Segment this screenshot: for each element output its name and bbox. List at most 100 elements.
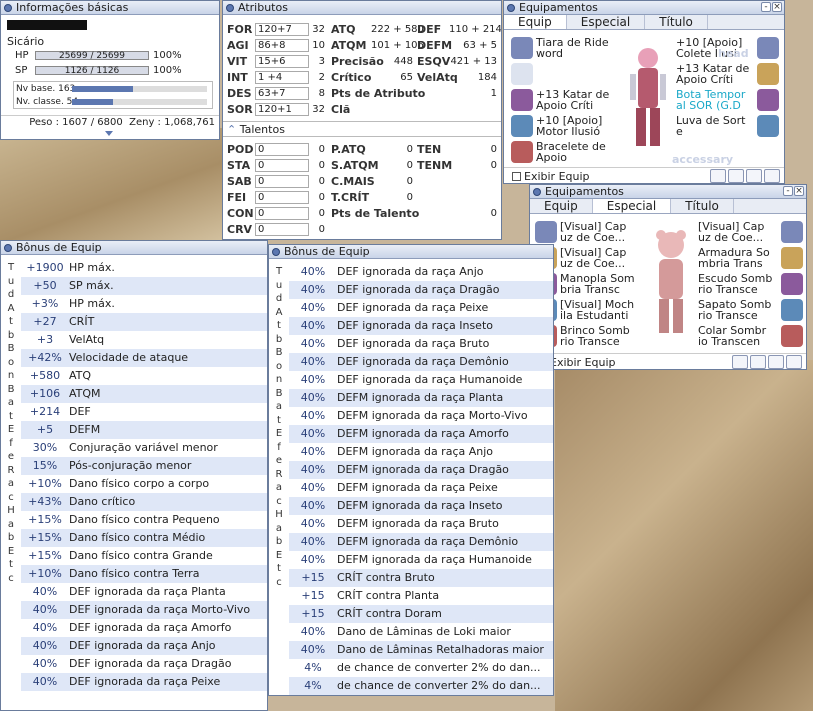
equip-item-icon xyxy=(511,141,533,163)
bonus-row: +214 DEF xyxy=(21,403,267,421)
category-letter: u xyxy=(275,279,283,291)
bonus-row: 40% DEFM ignorada da raça Amorfo xyxy=(289,425,553,443)
category-letter: T xyxy=(275,266,283,277)
equip-slot[interactable]: [Visual] Cap uz de Coe... xyxy=(532,219,644,245)
bonus-value: +3% xyxy=(31,297,59,310)
talents-header[interactable]: ⌃ Talentos xyxy=(223,121,501,137)
bonus-row: 40% DEFM ignorada da raça Anjo xyxy=(289,443,553,461)
stat-points: 0 xyxy=(318,175,325,187)
refresh-button[interactable] xyxy=(746,169,762,183)
equip-slot[interactable]: Bracelete de Apoio xyxy=(508,139,618,165)
derived-value-2: 1 xyxy=(490,87,497,99)
equip-slot[interactable]: Sapato Somb rio Transce xyxy=(698,297,806,323)
equip-slot[interactable]: Colar Sombr io Transcen xyxy=(698,323,806,349)
equip-slot[interactable]: Bota Tempor al SOR (G.D xyxy=(676,87,782,113)
equip-bonus-titlebar-1[interactable]: Bônus de Equip xyxy=(1,241,267,255)
equip-item-name: Bracelete de Apoio xyxy=(536,140,606,164)
stat-value: 120+7 xyxy=(255,22,309,36)
equip-slot[interactable]: [Visual] Cap uz de Coe... xyxy=(698,219,806,245)
class-exp-bar xyxy=(72,98,207,105)
bonus-value: +15 xyxy=(301,589,325,602)
hp-bar: 25699 / 25699 xyxy=(35,51,149,61)
equip-item-name: Tiara de Ride word xyxy=(536,36,609,60)
tab-equip[interactable]: Equip xyxy=(530,199,593,213)
basic-info-titlebar[interactable]: Informações básicas xyxy=(1,1,219,15)
bonus-label: de chance de converter 2% do dan... xyxy=(337,679,541,692)
equipment-titlebar-2[interactable]: Equipamentos - × xyxy=(530,185,806,199)
tab-equip[interactable]: Equip xyxy=(504,15,567,29)
minimize-button[interactable]: - xyxy=(783,186,793,196)
costume-button-2[interactable] xyxy=(750,355,766,369)
stat-name: AGI xyxy=(227,38,249,52)
equip-slot[interactable]: Luva de Sort e xyxy=(676,113,782,139)
bonus-row: +15 CRÍT contra Doram xyxy=(289,605,553,623)
tab-especial[interactable]: Especial xyxy=(567,15,646,29)
derived-name-2: DEF xyxy=(417,22,442,36)
equip-slot[interactable]: Armadura So mbria Trans xyxy=(698,245,806,271)
stat-row: CON 0 0 xyxy=(227,205,327,221)
equip-slot[interactable]: +13 Katar de Apoio Críti xyxy=(508,87,618,113)
attributes-titlebar[interactable]: Atributos xyxy=(223,1,501,15)
derived-value: 0 xyxy=(406,175,413,187)
category-letter: o xyxy=(275,360,283,372)
bonus-row: 40% DEFM ignorada da raça Demônio xyxy=(289,533,553,551)
bonus-row: +1900 HP máx. xyxy=(21,259,267,277)
tab-titulo[interactable]: Título xyxy=(645,15,708,29)
bonus-label: DEFM ignorada da raça Morto-Vivo xyxy=(337,409,528,422)
category-letter: e xyxy=(275,455,283,466)
window-title: Atributos xyxy=(238,1,288,14)
bonus-label: DEFM ignorada da raça Humanoide xyxy=(337,553,532,566)
equip-item-icon xyxy=(781,247,803,269)
window-title: Equipamentos xyxy=(545,185,624,198)
bonus-label: DEF ignorada da raça Dragão xyxy=(337,283,500,296)
category-letter: b xyxy=(7,532,15,543)
close-button[interactable]: × xyxy=(772,2,782,12)
equip-slot[interactable]: +10 [Apoio] Motor Ilusió xyxy=(508,113,618,139)
attributes-window: Atributos FOR 120+7 32 AGI 86+8 10 VIT 15+6 3 INT… xyxy=(222,0,502,240)
shop-button-2[interactable] xyxy=(786,355,802,369)
equip-slot[interactable]: Escudo Somb rio Transce xyxy=(698,271,806,297)
equip-slot[interactable] xyxy=(508,61,618,87)
category-letter: e xyxy=(7,451,15,462)
collapse-arrow-icon[interactable] xyxy=(105,131,113,136)
category-letter: f xyxy=(277,441,281,453)
bonus-row: 40% DEF ignorada da raça Demônio xyxy=(289,353,553,371)
bonus-label: SP máx. xyxy=(69,279,114,292)
character-name-redacted xyxy=(7,20,87,30)
bonus-value: 40% xyxy=(300,625,326,638)
tab-titulo[interactable]: Título xyxy=(671,199,734,213)
bonus-label: DEF ignorada da raça Humanoide xyxy=(337,373,523,386)
equip-slot[interactable]: +13 Katar de Apoio Críti xyxy=(676,61,782,87)
equip-item-name: Brinco Somb rio Transce xyxy=(560,324,630,348)
minimize-button[interactable]: - xyxy=(761,2,771,12)
derived-value: 65 xyxy=(400,71,413,83)
derived-name: C.MAIS xyxy=(331,174,375,188)
refresh-button-2[interactable] xyxy=(768,355,784,369)
note-button-2[interactable] xyxy=(732,355,748,369)
bonus-label: DEF ignorada da raça Anjo xyxy=(337,265,484,278)
derived-row: Crítico 65 VelAtq 184 xyxy=(331,69,499,85)
derived-value-2: 184 xyxy=(477,71,497,83)
note-button[interactable] xyxy=(710,169,726,183)
show-equip-checkbox[interactable] xyxy=(512,171,521,181)
equip-item-icon xyxy=(757,37,779,59)
equip-bonus-titlebar-2[interactable]: Bônus de Equip xyxy=(269,245,553,259)
equipment-titlebar[interactable]: Equipamentos - × xyxy=(504,1,784,15)
close-button[interactable]: × xyxy=(794,186,804,196)
bonus-label: DEF ignorada da raça Dragão xyxy=(69,657,232,670)
bonus-category-tabs-2[interactable]: TudAtbBonBatEfeRacHabEtc xyxy=(272,265,286,589)
equip-bonus-window-2: Bônus de Equip TudAtbBonBatEfeRacHabEtc … xyxy=(268,244,554,696)
shop-button[interactable] xyxy=(764,169,780,183)
stat-name: SOR xyxy=(227,102,253,116)
stat-name: DES xyxy=(227,86,252,100)
bonus-label: CRÍT contra Planta xyxy=(337,589,440,602)
bonus-label: DEF ignorada da raça Morto-Vivo xyxy=(69,603,251,616)
bonus-label: Pós-conjuração menor xyxy=(69,459,192,472)
equip-item-icon xyxy=(781,299,803,321)
bonus-category-tabs[interactable]: TudAtbBonBatEfeRacHabEtc xyxy=(4,261,18,585)
costume-button[interactable] xyxy=(728,169,744,183)
bonus-row: 40% DEFM ignorada da raça Dragão xyxy=(289,461,553,479)
equip-item-name: Manopla Som bria Transc xyxy=(560,272,635,296)
equip-slot[interactable]: Tiara de Ride word xyxy=(508,35,618,61)
tab-especial[interactable]: Especial xyxy=(592,199,672,213)
